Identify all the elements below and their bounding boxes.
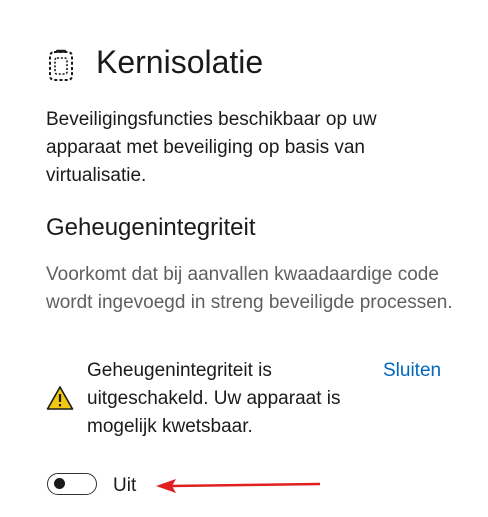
section-description: Voorkomt dat bij aanvallen kwaadaardige … [46, 264, 453, 313]
page-title: Kernisolatie [96, 44, 264, 80]
section-title: Geheugenintegriteit [46, 214, 256, 241]
warning-icon [46, 385, 74, 411]
warning-text: Geheugenintegriteit is uitgeschakeld. Uw… [87, 360, 341, 437]
toggle-knob [54, 478, 65, 489]
toggle-state-label: Uit [113, 475, 137, 496]
page-description: Beveiligingsfuncties beschikbaar op uw a… [46, 109, 377, 186]
dismiss-link[interactable]: Sluiten [383, 357, 441, 385]
memory-integrity-toggle[interactable] [47, 473, 97, 495]
core-isolation-icon [46, 42, 76, 90]
annotation-arrow [156, 479, 321, 493]
